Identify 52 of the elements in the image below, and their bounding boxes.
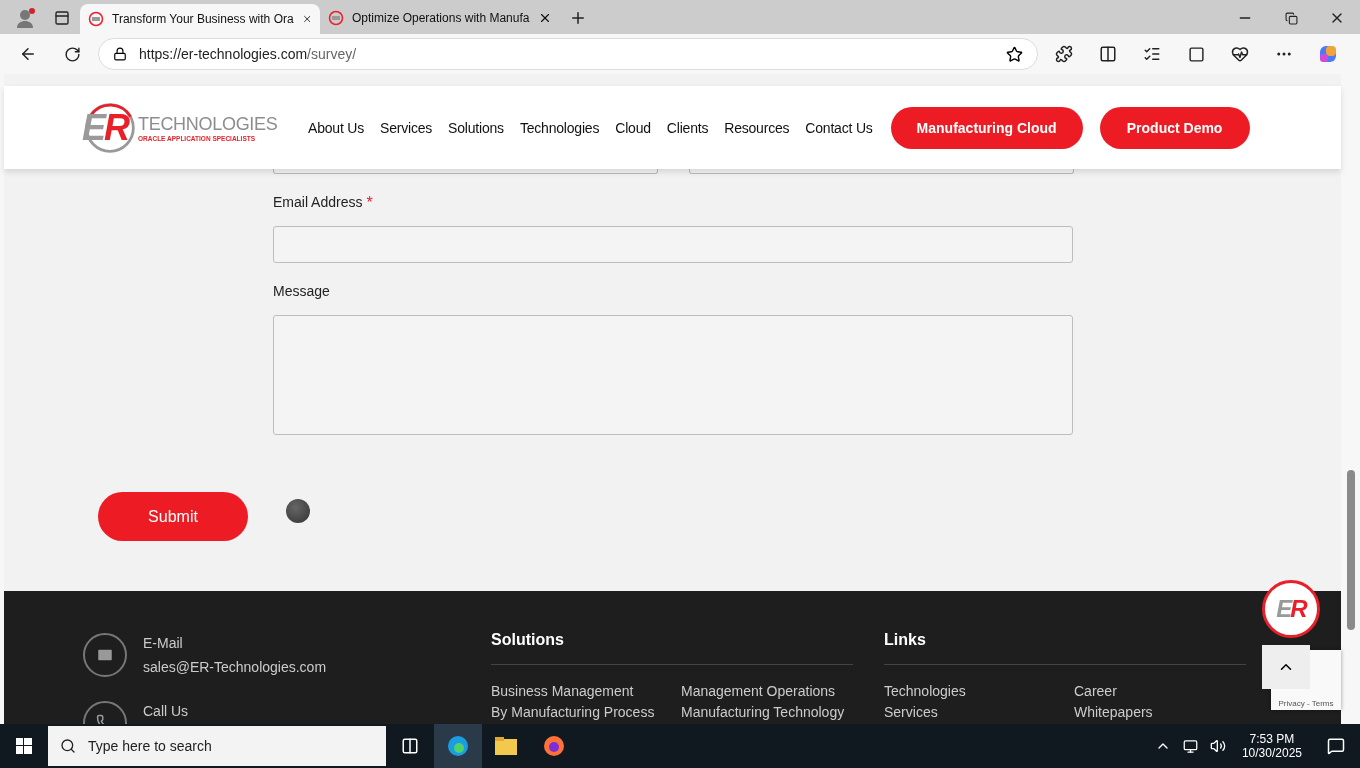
field-label: Message [273,283,330,300]
lock-icon [113,47,127,61]
nav-link[interactable]: Solutions [448,119,504,136]
address-bar[interactable]: https://er-technologies.com/survey/ [98,38,1038,70]
field-label: Email Address [273,194,363,211]
nav-link[interactable]: Resources [724,119,790,136]
header-button[interactable]: Manufacturing Cloud [890,106,1083,149]
er-logo-icon [328,10,344,26]
taskbar-search-field[interactable]: Type here to search [48,726,386,766]
nav-link[interactable]: Services [380,119,433,136]
footer-link[interactable]: Manufacturing Technology [681,704,871,721]
input-field[interactable] [273,226,1073,264]
browser-tab[interactable]: Optimize Operations with Manufa [320,4,560,32]
mail-icon [83,633,127,678]
contact-label: E-Mail [143,635,184,652]
nav-link[interactable]: Clients [666,119,709,136]
input-field[interactable] [689,169,1074,175]
nav-link[interactable]: Cloud [615,119,651,136]
browser-tab[interactable]: Transform Your Business with Ora [80,4,320,34]
volume-icon[interactable] [1209,738,1226,754]
er-logo-icon [88,11,104,27]
footer-link[interactable]: Career [1074,683,1264,700]
close-icon[interactable] [538,11,552,25]
required-mark: * [366,194,373,214]
clock-time: 7:53 PM [1249,732,1295,746]
nav-link[interactable]: Technologies [519,119,600,136]
scrollbar-thumb[interactable] [1346,470,1355,630]
footer-link[interactable]: Management Operations [681,683,871,700]
contact-label: Call Us [143,703,189,720]
footer-link[interactable]: Business Management [491,683,681,700]
nav-link[interactable]: Contact Us [805,119,873,136]
footer-link[interactable]: By Manufacturing Process [491,704,681,721]
footer-link[interactable]: Services [884,704,1074,721]
footer-link[interactable]: Technologies [884,683,1074,700]
footer-link[interactable]: Whitepapers [1074,704,1264,721]
clock-date: 10/30/2025 [1241,746,1302,760]
footer-heading: Links [884,631,927,650]
network-icon[interactable] [1182,738,1198,754]
input-field[interactable] [273,169,658,175]
recaptcha-links[interactable]: Privacy - Terms [1278,699,1334,708]
loading-dot [286,498,310,523]
favorite-star-icon[interactable] [1006,45,1023,63]
url-text: https://er-technologies.com/survey/ [139,46,357,62]
nav-link[interactable]: About Us [308,119,364,136]
edge-browser-icon[interactable] [434,724,482,768]
contact-value[interactable]: sales@ER-Technologies.com [143,659,327,676]
footer-heading: Solutions [491,631,565,650]
floating-logo-badge[interactable]: ER [1262,580,1320,638]
submit-button[interactable]: Submit [98,492,248,542]
search-icon [60,738,76,754]
message-field[interactable] [273,315,1073,436]
header-button[interactable]: Product Demo [1099,106,1250,149]
